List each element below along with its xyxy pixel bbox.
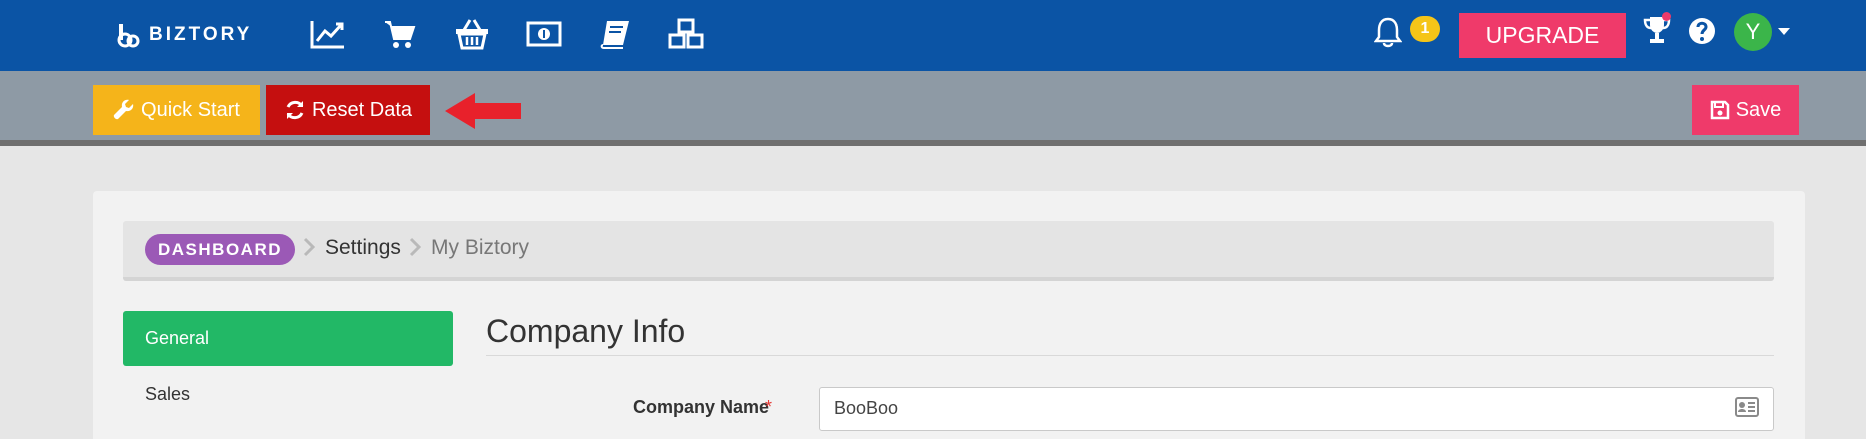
brand-logo[interactable]: BIZTORY xyxy=(113,18,252,52)
book-icon[interactable] xyxy=(595,16,635,52)
company-name-field[interactable] xyxy=(820,388,1700,428)
user-avatar[interactable]: Y xyxy=(1734,13,1772,51)
chevron-right-icon xyxy=(409,237,422,263)
required-indicator: * xyxy=(765,397,773,417)
bell-icon[interactable] xyxy=(1372,14,1404,50)
section-divider xyxy=(486,355,1774,356)
breadcrumb-current: My Biztory xyxy=(431,236,530,259)
sidebar-item-sales[interactable]: Sales xyxy=(145,384,190,405)
quick-start-label: Quick Start xyxy=(141,98,240,121)
save-button[interactable]: Save xyxy=(1692,85,1799,135)
wrench-icon xyxy=(113,99,134,120)
chart-line-icon[interactable] xyxy=(308,16,348,52)
company-name-field-wrapper xyxy=(819,387,1774,431)
sidebar-item-general[interactable]: General xyxy=(123,311,453,366)
breadcrumb-dashboard[interactable]: DASHBOARD xyxy=(145,234,295,265)
floppy-disk-icon xyxy=(1710,100,1729,120)
quick-start-button[interactable]: Quick Start xyxy=(93,85,260,135)
biztory-logo-icon xyxy=(113,20,143,50)
notification-count-badge[interactable]: 1 xyxy=(1410,16,1440,42)
sidebar-item-label: General xyxy=(145,328,210,348)
basket-icon[interactable] xyxy=(452,16,492,52)
id-card-icon xyxy=(1735,397,1759,422)
money-icon[interactable] xyxy=(524,16,564,52)
toolbar-divider xyxy=(0,140,1866,146)
help-icon[interactable] xyxy=(1686,14,1718,48)
chevron-down-icon[interactable] xyxy=(1778,28,1790,35)
annotation-arrow-icon xyxy=(445,93,521,129)
brand-name: BIZTORY xyxy=(149,24,253,45)
sidebar-item-label: Sales xyxy=(145,384,191,404)
chevron-right-icon xyxy=(303,237,316,263)
cart-icon[interactable] xyxy=(380,16,420,52)
cubes-icon[interactable] xyxy=(666,16,706,52)
reset-data-label: Reset Data xyxy=(311,98,413,121)
trophy-icon[interactable] xyxy=(1640,12,1674,48)
company-name-label: Company Name xyxy=(633,397,770,417)
save-label: Save xyxy=(1735,98,1782,121)
refresh-icon xyxy=(286,100,304,120)
trophy-notification-dot xyxy=(1662,12,1671,21)
breadcrumb-settings[interactable]: Settings xyxy=(325,236,401,260)
upgrade-button[interactable]: UPGRADE xyxy=(1459,13,1626,58)
reset-data-button[interactable]: Reset Data xyxy=(266,85,430,135)
section-title: Company Info xyxy=(486,313,686,349)
